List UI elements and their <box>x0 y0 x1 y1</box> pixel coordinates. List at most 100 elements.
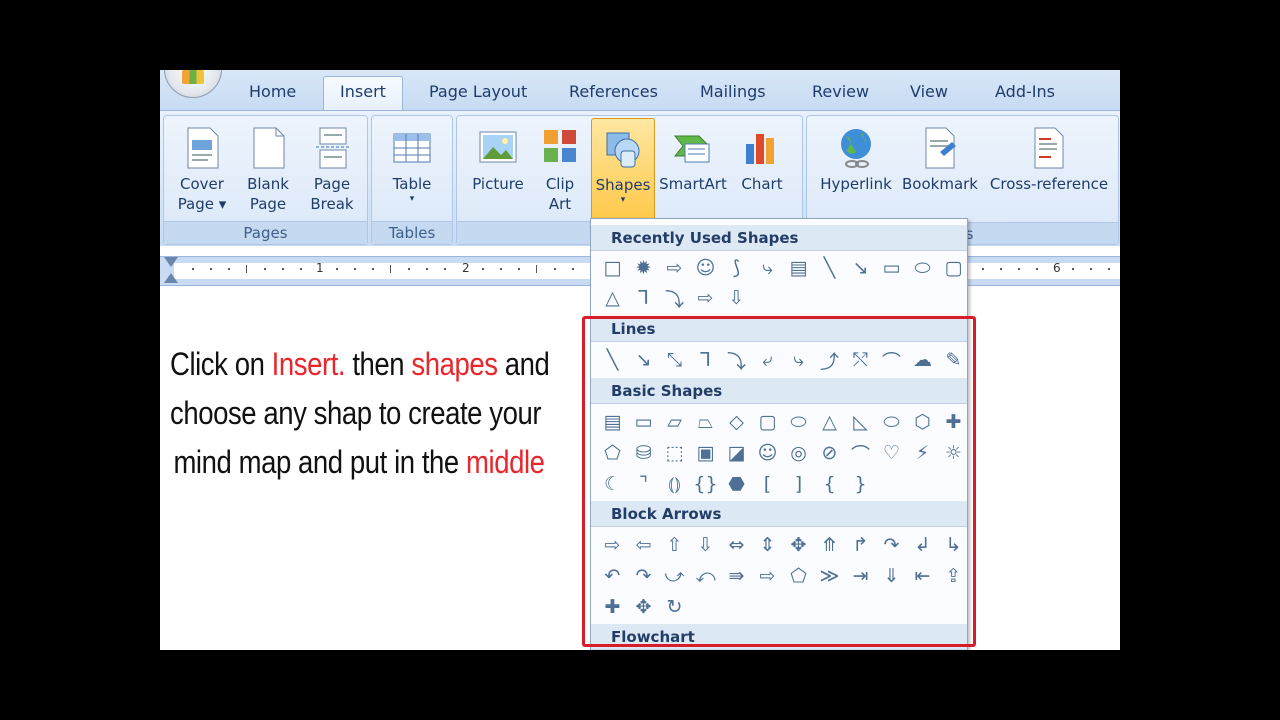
group-tables: Table ▾ Tables <box>371 115 453 245</box>
ruler-dot <box>282 268 284 270</box>
recent-row2-shape-icon[interactable]: ⤵ <box>659 284 690 312</box>
group-tables-label: Tables <box>372 221 452 244</box>
page-break-button[interactable]: Page Break <box>304 122 360 214</box>
ruler-number-6: 6 <box>1053 261 1061 275</box>
smartart-button[interactable]: SmartArt <box>657 122 729 194</box>
recent-row1-shape-icon[interactable]: ↘ <box>845 254 876 282</box>
ruler-dot <box>426 268 428 270</box>
recent-row2-shape-icon[interactable]: ⇩ <box>721 284 752 312</box>
ruler-tick <box>246 265 247 273</box>
cover-page-label-2: Page ▾ <box>177 195 227 213</box>
recent-row1-shape-icon[interactable]: ╲ <box>814 254 845 282</box>
chart-icon <box>742 126 782 170</box>
ruler-dot <box>354 268 356 270</box>
hyperlink-button[interactable]: Hyperlink <box>815 122 897 194</box>
recent-row2-shape-icon[interactable]: ⅂ <box>628 284 659 312</box>
ribbon-tab-bar: Home Insert Page Layout References Maili… <box>160 70 1120 111</box>
picture-icon <box>478 126 518 170</box>
tab-mailings[interactable]: Mailings <box>700 82 766 101</box>
blank-page-label-2: Page <box>249 195 287 213</box>
shapes-dropdown-icon[interactable]: ▾ <box>592 195 654 205</box>
ruler-tick <box>390 265 391 273</box>
instruction-l1-shapes: shapes <box>411 346 498 382</box>
recent-row1-shape-icon[interactable]: ▢ <box>938 254 967 282</box>
recent-row1-shape-icon[interactable]: ✹ <box>628 254 659 282</box>
tab-review[interactable]: Review <box>812 82 869 101</box>
chart-label: Chart <box>741 175 783 193</box>
bookmark-label: Bookmark <box>902 175 978 193</box>
page-break-label-2: Break <box>310 195 354 213</box>
smartart-icon <box>673 126 713 170</box>
ruler-dot <box>300 268 302 270</box>
ruler-dot <box>372 268 374 270</box>
recent-row1-shape-icon[interactable]: ▤ <box>783 254 814 282</box>
tab-page-layout[interactable]: Page Layout <box>429 82 527 101</box>
blank-page-label-1: Blank <box>247 175 289 193</box>
blank-page-button[interactable]: Blank Page <box>240 122 296 214</box>
shapes-button[interactable]: Shapes ▾ <box>591 118 655 220</box>
group-pages-label: Pages <box>164 221 367 244</box>
instruction-line-1: Click on Insert. then shapes and <box>170 340 550 389</box>
ruler-number-2: 2 <box>462 261 470 275</box>
ruler-dot <box>1108 268 1110 270</box>
ruler-dot <box>1036 268 1038 270</box>
tab-view[interactable]: View <box>910 82 948 101</box>
shapes-icon <box>603 127 643 171</box>
ruler-number-1: 1 <box>316 261 324 275</box>
picture-button[interactable]: Picture <box>463 122 533 194</box>
tab-insert[interactable]: Insert <box>323 76 403 111</box>
recent-row1-shape-icon[interactable]: ▭ <box>876 254 907 282</box>
page-break-label-1: Page <box>313 175 351 193</box>
cover-page-icon <box>182 126 222 170</box>
recent-shapes-row-1: □ ✹ ⇨ ☺ ⟆ ⤷ ▤ ╲ ↘ ▭ ⬭ ▢ <box>597 254 967 282</box>
cover-page-label-1: Cover <box>180 175 224 193</box>
tab-references[interactable]: References <box>569 82 658 101</box>
recent-row1-shape-icon[interactable]: ⤷ <box>752 254 783 282</box>
cross-reference-label: Cross-reference <box>989 175 1109 193</box>
hyperlink-label: Hyperlink <box>820 175 892 193</box>
cover-page-button[interactable]: Cover Page ▾ <box>174 122 230 214</box>
recent-row1-shape-icon[interactable]: ⟆ <box>721 254 752 282</box>
chart-button[interactable]: Chart <box>735 122 789 194</box>
tab-add-ins[interactable]: Add-Ins <box>995 82 1055 101</box>
recent-row1-shape-icon[interactable]: ⬭ <box>907 254 938 282</box>
ruler-dot <box>982 268 984 270</box>
recent-row2-shape-icon[interactable]: ⇨ <box>690 284 721 312</box>
clip-art-icon <box>540 126 580 170</box>
recent-row1-shape-icon[interactable]: ☺ <box>690 254 721 282</box>
instruction-l1-and: and <box>497 346 550 382</box>
table-dropdown-icon[interactable]: ▾ <box>380 194 444 204</box>
blank-page-icon <box>248 126 288 170</box>
picture-label: Picture <box>472 175 524 193</box>
ruler-dot <box>336 268 338 270</box>
ruler-dot <box>518 268 520 270</box>
office-logo-icon <box>182 70 204 84</box>
ruler-dot <box>228 268 230 270</box>
instruction-l1-insert: Insert. <box>271 346 346 382</box>
bookmark-button[interactable]: Bookmark <box>899 122 981 194</box>
recent-row1-shape-icon[interactable]: □ <box>597 254 628 282</box>
recent-row2-shape-icon[interactable]: △ <box>597 284 628 312</box>
ruler-dot <box>554 268 556 270</box>
tab-home[interactable]: Home <box>249 82 296 101</box>
hanging-indent-marker[interactable] <box>164 273 178 283</box>
section-recently-used-shapes: Recently Used Shapes <box>591 225 967 251</box>
office-button[interactable] <box>164 70 222 98</box>
table-button[interactable]: Table ▾ <box>380 122 444 204</box>
clip-art-button[interactable]: Clip Art <box>537 122 583 214</box>
smartart-label: SmartArt <box>659 175 727 193</box>
recent-row1-shape-icon[interactable]: ⇨ <box>659 254 690 282</box>
hyperlink-globe-icon <box>836 126 876 170</box>
ruler-dot <box>1018 268 1020 270</box>
first-line-indent-marker[interactable] <box>164 257 178 267</box>
ruler-tick <box>536 265 537 273</box>
instruction-line-3: mind map and put in the middle <box>170 438 545 487</box>
word-window: Home Insert Page Layout References Maili… <box>160 70 1120 650</box>
cross-reference-button[interactable]: Cross-reference <box>985 122 1113 194</box>
page-break-icon <box>312 126 352 170</box>
instruction-text: Click on Insert. then shapes and choose … <box>170 340 550 487</box>
ruler-dot <box>500 268 502 270</box>
group-pages: Cover Page ▾ Blank Page Page Break Pages <box>163 115 368 245</box>
recent-shapes-row-2: △ ⅂ ⤵ ⇨ ⇩ <box>597 284 752 312</box>
ruler-dot <box>264 268 266 270</box>
